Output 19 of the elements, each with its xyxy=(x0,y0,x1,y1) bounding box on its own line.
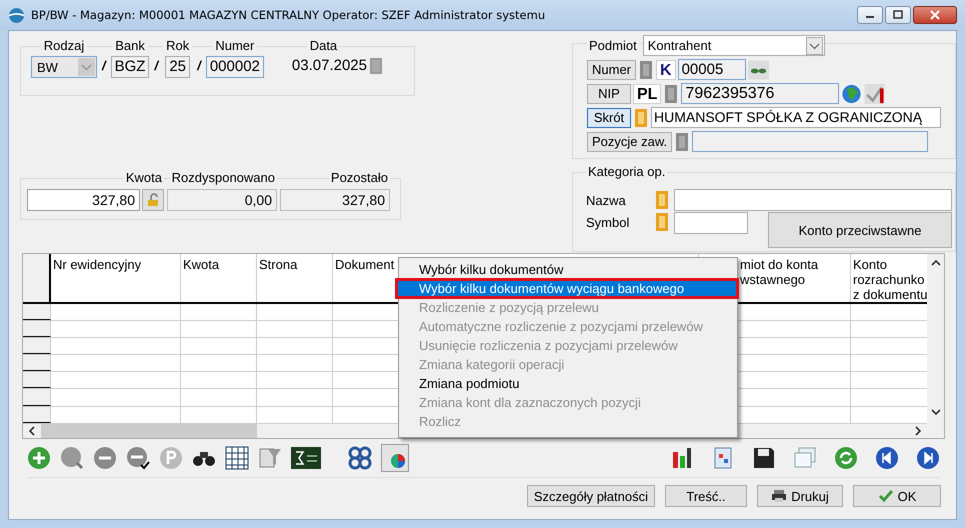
field-label: Numer xyxy=(212,39,258,53)
group-label: Kategoria op. xyxy=(586,164,668,179)
prefix-label: K xyxy=(656,60,676,80)
amount-label: Pozostało xyxy=(328,171,390,185)
amount-label: Rozdysponowano xyxy=(170,171,277,185)
separator-text: / xyxy=(154,57,158,75)
separator-text: / xyxy=(197,57,201,75)
amount-label: Kwota xyxy=(124,171,164,185)
field-label: Rodzaj xyxy=(40,39,88,53)
field-label: Nazwa xyxy=(586,192,627,208)
window-title: BP/BW - Magazyn: M00001 MAGAZYN CENTRALNY Operator: SZEF Administrator systemu xyxy=(31,8,546,22)
field-label: Data xyxy=(306,39,340,53)
field-label: Symbol xyxy=(586,214,630,232)
separator-text: / xyxy=(102,57,106,75)
field-label: Bank xyxy=(112,39,148,53)
field-label: Rok xyxy=(163,39,192,53)
amount-field: 0,00 xyxy=(167,189,277,211)
group-label: Podmiot xyxy=(587,38,639,53)
amount-field: 327,80 xyxy=(280,189,390,211)
